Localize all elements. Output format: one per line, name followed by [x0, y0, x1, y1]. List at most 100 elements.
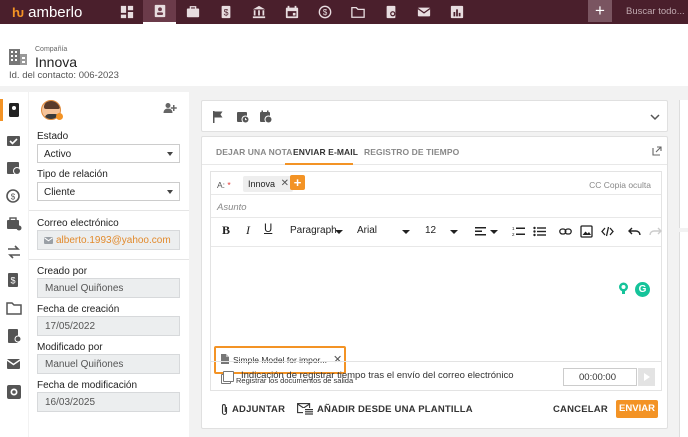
align-left-icon[interactable]: [474, 225, 487, 238]
composer-tabs: DEJAR UNA NOTA ENVIAR E-MAIL REGISTRO DE…: [202, 137, 667, 165]
app-logo[interactable]: ƕ amberlo: [0, 0, 110, 24]
font-size-select[interactable]: 12: [425, 225, 436, 236]
envelope-icon: [44, 237, 53, 244]
global-search-input[interactable]: Buscar todo...: [616, 2, 688, 20]
redo-icon[interactable]: [649, 225, 662, 238]
contact-id: Id. del contacto: 006-2023: [9, 70, 119, 81]
dashboard-nav-icon[interactable]: [110, 0, 143, 24]
company-building-icon: [9, 49, 27, 65]
analytics-nav-icon[interactable]: [440, 0, 473, 24]
transfer-arrows-icon[interactable]: [6, 244, 22, 260]
contact-card-icon[interactable]: [0, 99, 22, 121]
calendar-event-icon[interactable]: [259, 110, 273, 124]
avatar-status-badge: [56, 113, 63, 120]
recipient-chip[interactable]: Innova ✕: [243, 176, 294, 192]
grammarly-icon[interactable]: G: [635, 282, 650, 297]
to-label: A: *: [217, 180, 231, 190]
numbered-list-icon[interactable]: 12: [512, 225, 525, 238]
documents-folder-icon[interactable]: [6, 300, 22, 316]
mail-nav-icon[interactable]: [407, 0, 440, 24]
contacts-nav-icon[interactable]: [143, 0, 176, 24]
font-select[interactable]: Arial: [357, 225, 377, 236]
underline-button[interactable]: U: [264, 223, 272, 235]
undo-icon[interactable]: [628, 225, 641, 238]
paperclip-icon: [221, 404, 228, 416]
contact-details-panel: Estado Activo Tipo de relación Cliente C…: [29, 92, 189, 437]
email-form: A: * Innova ✕ + CC Copia oculta Asunto B …: [210, 171, 662, 385]
add-from-template-button[interactable]: AÑADIR DESDE UNA PLANTILLA: [317, 404, 473, 415]
payments-icon[interactable]: [6, 328, 22, 344]
divider: [29, 210, 189, 211]
reports-folder-nav-icon[interactable]: [374, 0, 407, 24]
link-icon[interactable]: [559, 225, 572, 238]
chevron-down-icon[interactable]: [650, 112, 660, 122]
svg-text:2: 2: [512, 232, 515, 237]
register-time-checkbox[interactable]: [223, 371, 234, 382]
send-button[interactable]: ENVIAR: [616, 400, 658, 418]
active-tab-indicator: [285, 163, 353, 165]
chevron-down-icon: [450, 230, 458, 234]
chevron-down-icon: [335, 230, 343, 234]
email-field[interactable]: alberto.1993@yahoo.com: [37, 230, 180, 250]
paragraph-select[interactable]: Paragraph: [290, 225, 337, 236]
right-panel-edge: [679, 100, 688, 228]
email-label: Correo electrónico: [37, 218, 119, 229]
fecha-modificacion-field: 16/03/2025: [37, 392, 180, 412]
time-register-row: Indicación de registrar tiempo tras el e…: [210, 361, 662, 391]
code-icon[interactable]: [601, 225, 614, 238]
cancel-button[interactable]: CANCELAR: [553, 404, 608, 415]
template-mail-icon: [297, 403, 314, 415]
tab-enviar-email[interactable]: ENVIAR E-MAIL: [293, 147, 358, 157]
matters-nav-icon[interactable]: [176, 0, 209, 24]
expenses-icon[interactable]: $: [6, 188, 22, 204]
modificado-por-label: Modificado por: [37, 342, 103, 353]
creado-por-field: Manuel Quiñones: [37, 278, 180, 298]
italic-button[interactable]: I: [246, 223, 250, 238]
documents-nav-icon[interactable]: [341, 0, 374, 24]
svg-text:$: $: [11, 193, 16, 202]
chevron-down-icon: [167, 190, 173, 194]
attach-button[interactable]: ADJUNTAR: [232, 404, 285, 415]
tasks-check-icon[interactable]: [6, 132, 22, 148]
estado-value: Activo: [44, 149, 72, 160]
svg-text:$: $: [322, 8, 327, 17]
invoices-icon[interactable]: $: [6, 272, 22, 288]
subject-input[interactable]: Asunto: [217, 202, 247, 213]
settings-icon[interactable]: [6, 384, 22, 400]
divider: [211, 194, 661, 195]
calendar-clock-icon[interactable]: [6, 160, 22, 176]
fecha-creacion-field: 17/05/2022: [37, 316, 180, 336]
matters-briefcase-icon[interactable]: [6, 216, 22, 232]
estado-label: Estado: [37, 131, 69, 142]
calendar-nav-icon[interactable]: [275, 0, 308, 24]
expenses-nav-icon[interactable]: $: [308, 0, 341, 24]
company-name: Innova: [35, 54, 78, 70]
chevron-down-icon: [167, 152, 173, 156]
mail-icon[interactable]: [6, 356, 22, 372]
billing-nav-icon[interactable]: $: [209, 0, 242, 24]
bold-button[interactable]: B: [222, 223, 230, 238]
start-timer-button[interactable]: [638, 368, 655, 386]
open-external-icon[interactable]: [652, 146, 662, 156]
tipo-relacion-select[interactable]: Cliente: [37, 182, 180, 201]
add-recipient-button[interactable]: +: [290, 175, 305, 190]
cc-bcc-link[interactable]: CC Copia oculta: [589, 180, 651, 190]
add-user-icon[interactable]: [163, 102, 177, 114]
bank-nav-icon[interactable]: [242, 0, 275, 24]
svg-text:$: $: [223, 8, 228, 18]
flag-icon[interactable]: [211, 110, 225, 124]
register-time-label: Indicación de registrar tiempo tras el e…: [241, 370, 514, 381]
divider: [211, 246, 661, 247]
fecha-creacion-label: Fecha de creación: [37, 304, 120, 315]
tab-registro-tiempo[interactable]: REGISTRO DE TIEMPO: [364, 147, 459, 157]
image-icon[interactable]: [580, 225, 593, 238]
task-clock-icon[interactable]: [236, 110, 250, 124]
estado-select[interactable]: Activo: [37, 144, 180, 163]
remove-recipient-icon[interactable]: ✕: [281, 178, 289, 189]
company-type-label: Compañía: [35, 46, 68, 53]
tab-dejar-nota[interactable]: DEJAR UNA NOTA: [216, 147, 293, 157]
create-new-button[interactable]: +: [588, 0, 612, 22]
grammarly-hint-icon[interactable]: [617, 282, 630, 295]
time-input[interactable]: 00:00:00: [563, 368, 637, 386]
bullet-list-icon[interactable]: [533, 225, 546, 238]
